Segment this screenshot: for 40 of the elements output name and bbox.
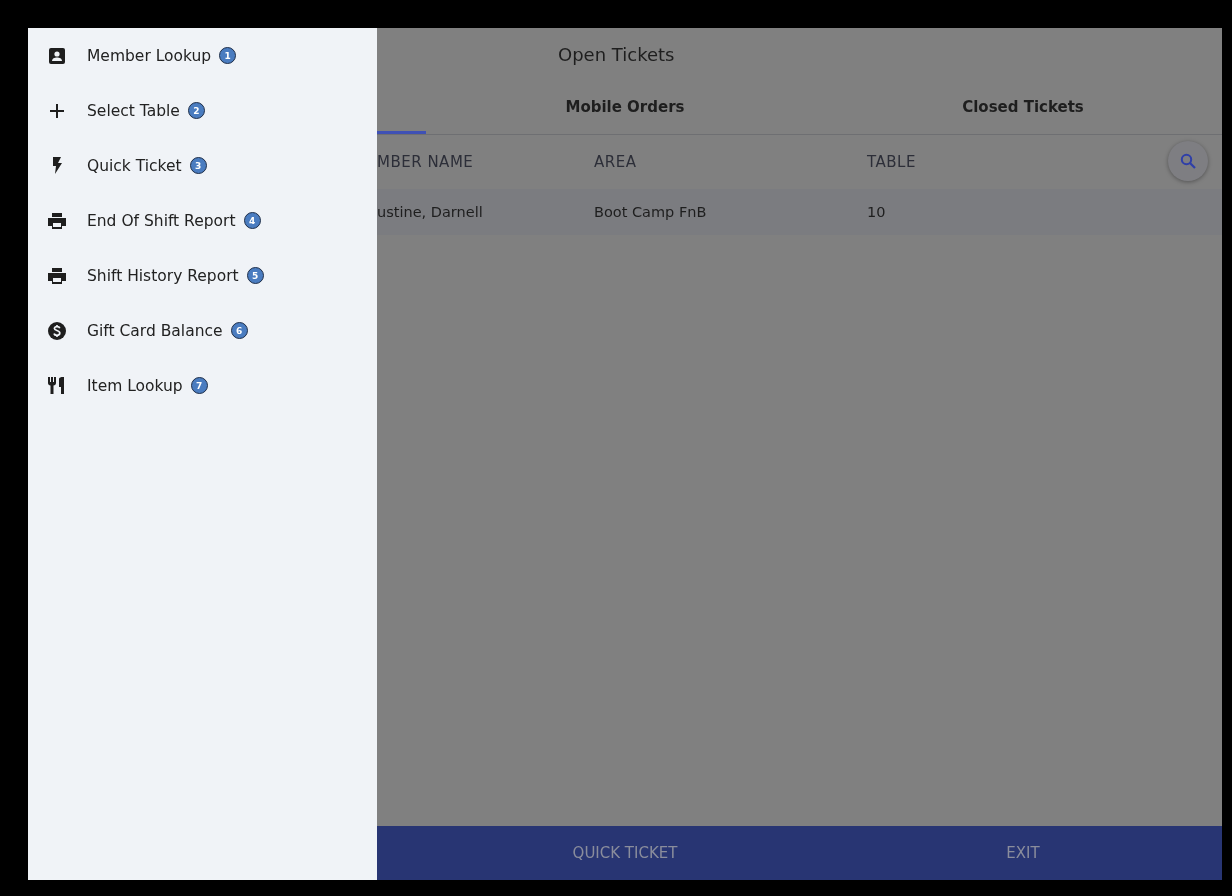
menu-item-label: Select Table bbox=[87, 101, 180, 120]
table-cell-text: ustine, Darnell bbox=[377, 204, 484, 220]
number-badge: 3 bbox=[189, 157, 207, 174]
menu-item[interactable]: Quick Ticket 3 bbox=[28, 138, 377, 193]
number-badge: 4 bbox=[243, 212, 261, 229]
menu-item[interactable]: Member Lookup 1 bbox=[28, 28, 377, 83]
page-title: Open Tickets bbox=[557, 42, 676, 67]
menu-item-label: Shift History Report bbox=[87, 266, 239, 285]
dollar-circle-icon bbox=[48, 321, 66, 340]
table-cell-text: 10 bbox=[867, 204, 887, 220]
menu-item-label: Gift Card Balance bbox=[87, 321, 223, 340]
number-badge: 5 bbox=[246, 267, 264, 284]
search-icon bbox=[1180, 153, 1196, 169]
plus-icon bbox=[50, 103, 64, 118]
tab[interactable]: Mobile Orders bbox=[426, 80, 824, 134]
fork-knife-icon bbox=[48, 377, 66, 394]
table-cell-text: Boot Camp FnB bbox=[594, 204, 708, 220]
number-badge: 2 bbox=[187, 102, 205, 119]
number-badge: 1 bbox=[219, 47, 237, 64]
menu-item[interactable]: Gift Card Balance 6 bbox=[28, 303, 377, 358]
contact-card-icon bbox=[49, 47, 65, 64]
menu-item-label: Member Lookup bbox=[87, 46, 212, 65]
menu-item-label: End Of Shift Report bbox=[87, 211, 236, 230]
table-row[interactable]: ustine, Darnell Boot Camp FnB 10 bbox=[377, 189, 1222, 235]
search-button[interactable] bbox=[1168, 141, 1208, 181]
menu-item-label: Quick Ticket bbox=[87, 156, 182, 175]
lightning-icon bbox=[52, 157, 62, 174]
number-badge: 6 bbox=[230, 322, 248, 339]
menu-item[interactable]: Item Lookup 7 bbox=[28, 358, 377, 413]
column-header: AREA bbox=[594, 153, 638, 171]
tab[interactable]: Closed Tickets bbox=[824, 80, 1222, 134]
menu-item[interactable]: Shift History Report 5 bbox=[28, 248, 377, 303]
menu-item[interactable]: Select Table 2 bbox=[28, 83, 377, 138]
column-header: MBER NAME bbox=[377, 153, 475, 171]
menu-item[interactable]: End Of Shift Report 4 bbox=[28, 193, 377, 248]
number-badge: 7 bbox=[190, 377, 208, 394]
menu-item-label: Item Lookup bbox=[87, 376, 183, 395]
printer-icon bbox=[48, 267, 66, 284]
printer-icon bbox=[48, 212, 66, 229]
column-header: TABLE bbox=[867, 153, 917, 171]
